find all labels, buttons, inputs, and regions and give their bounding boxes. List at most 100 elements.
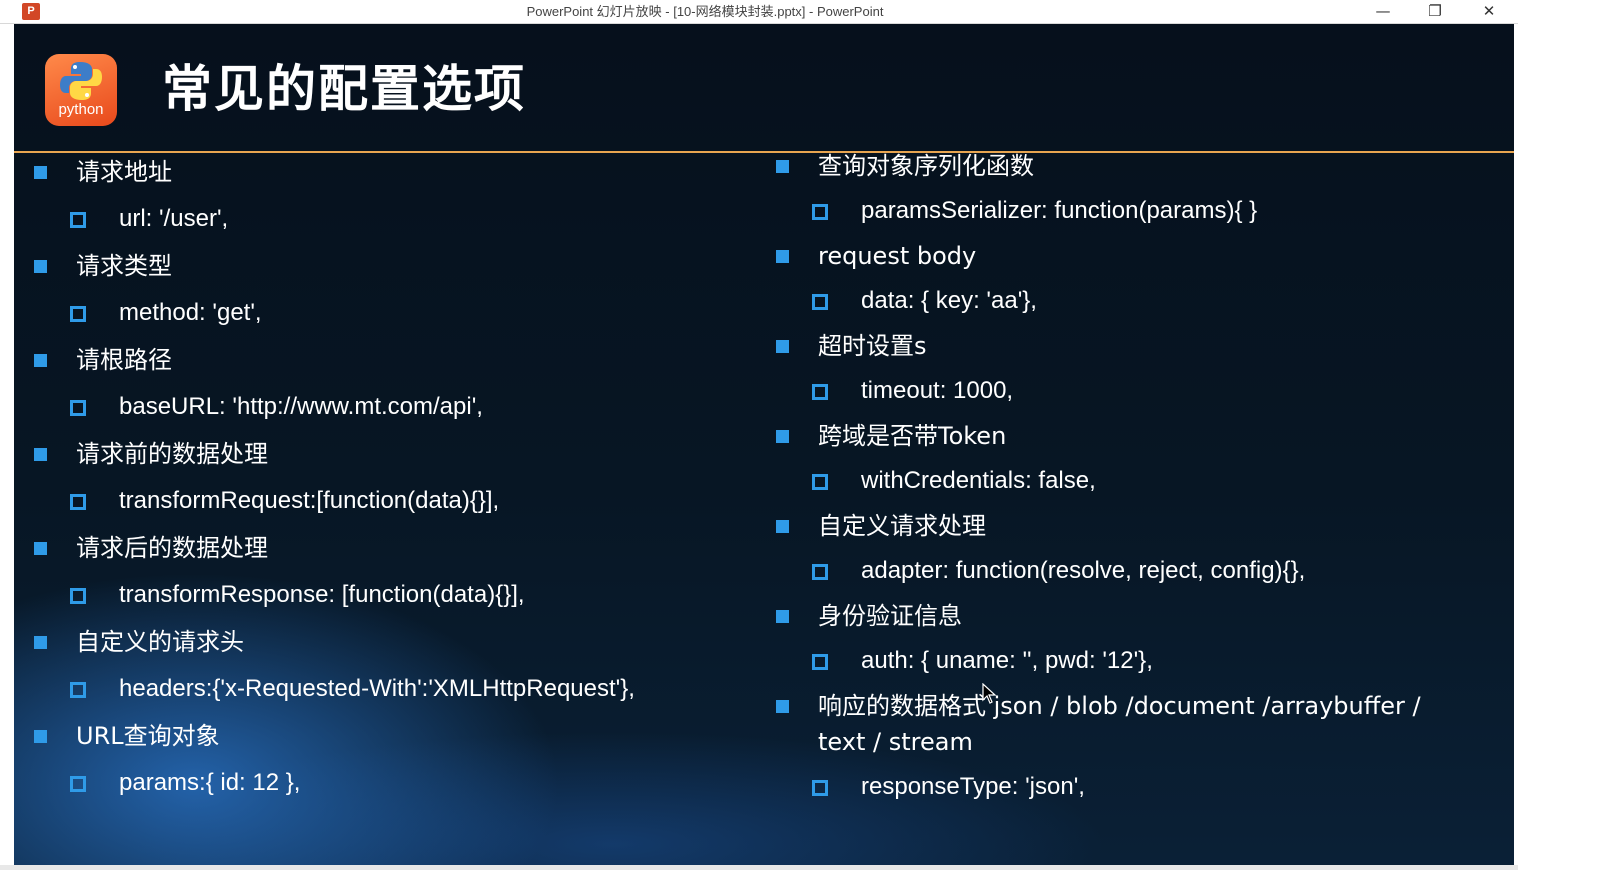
square-bullet-icon xyxy=(776,430,789,443)
bullet-heading: 超时设置s xyxy=(772,328,1472,364)
right-bullet-column: 查询对象序列化函数 paramsSerializer: function(para… xyxy=(772,148,1472,814)
bullet-value: transformResponse: [function(data){}], xyxy=(30,577,730,613)
square-bullet-icon xyxy=(34,166,47,179)
hollow-square-bullet-icon xyxy=(70,212,86,228)
bullet-value-text: adapter: function(resolve, reject, confi… xyxy=(861,557,1306,584)
config-option-item: 请求前的数据处理 transformRequest:[function(data)… xyxy=(30,436,730,519)
config-option-item: 请求后的数据处理 transformResponse: [function(dat… xyxy=(30,530,730,613)
square-bullet-icon xyxy=(776,700,789,713)
config-option-item: request body data: { key: 'aa'}, xyxy=(772,238,1472,319)
bullet-value: timeout: 1000, xyxy=(772,373,1472,409)
bullet-value-text: transformRequest:[function(data){}], xyxy=(119,487,500,514)
config-option-item: 响应的数据格式 json / blob /document /arraybuff… xyxy=(772,688,1472,805)
config-option-item: 请根路径 baseURL: 'http://www.mt.com/api', xyxy=(30,342,730,425)
config-option-item: 查询对象序列化函数 paramsSerializer: function(para… xyxy=(772,148,1472,229)
hollow-square-bullet-icon xyxy=(812,564,828,580)
left-bullet-column: 请求地址 url: '/user', 请求类型 method: 'get', 请根路径 b… xyxy=(30,154,730,812)
bullet-value: transformRequest:[function(data){}], xyxy=(30,483,730,519)
square-bullet-icon xyxy=(776,340,789,353)
bullet-value-text: timeout: 1000, xyxy=(861,377,1014,404)
bullet-value-text: headers:{'x-Requested-With':'XMLHttpRequ… xyxy=(119,675,635,702)
bullet-heading: request body xyxy=(772,238,1472,274)
hollow-square-bullet-icon xyxy=(812,384,828,400)
bullet-value: responseType: 'json', xyxy=(772,769,1472,805)
bullet-value-text: baseURL: 'http://www.mt.com/api', xyxy=(119,393,483,420)
bullet-heading: 自定义请求处理 xyxy=(772,508,1472,544)
bullet-heading-text: request body xyxy=(818,242,977,270)
bullet-heading-text: 请求地址 xyxy=(76,158,172,186)
config-option-item: 请求类型 method: 'get', xyxy=(30,248,730,331)
hollow-square-bullet-icon xyxy=(70,682,86,698)
bullet-heading-text: 请根路径 xyxy=(76,346,172,374)
minimize-button[interactable]: — xyxy=(1360,0,1406,23)
bullet-heading-text: 身份验证信息 xyxy=(818,602,962,630)
bullet-heading-text: 响应的数据格式 json / blob /document /arraybuff… xyxy=(818,692,1421,756)
config-option-item: 自定义的请求头 headers:{'x-Requested-With':'XMLH… xyxy=(30,624,730,707)
hollow-square-bullet-icon xyxy=(812,654,828,670)
bullet-heading: 请根路径 xyxy=(30,342,730,378)
config-option-item: 身份验证信息 auth: { uname: '', pwd: '12'}, xyxy=(772,598,1472,679)
square-bullet-icon xyxy=(34,448,47,461)
square-bullet-icon xyxy=(34,354,47,367)
bullet-value: auth: { uname: '', pwd: '12'}, xyxy=(772,643,1472,679)
bullet-heading-text: 自定义的请求头 xyxy=(76,628,244,656)
bullet-heading: 请求类型 xyxy=(30,248,730,284)
taskbar-edge xyxy=(0,865,1518,870)
square-bullet-icon xyxy=(34,730,47,743)
bullet-value-text: data: { key: 'aa'}, xyxy=(861,287,1037,314)
bullet-heading-text: 超时设置s xyxy=(818,332,927,360)
config-option-item: 超时设置s timeout: 1000, xyxy=(772,328,1472,409)
bullet-heading-text: 跨域是否带Token xyxy=(818,422,1007,450)
window-title: PowerPoint 幻灯片放映 - [10-网络模块封装.pptx] - Po… xyxy=(526,4,884,19)
python-snakes-icon xyxy=(60,62,102,100)
bullet-heading-text: 请求类型 xyxy=(76,252,172,280)
bullet-heading-text: 请求后的数据处理 xyxy=(76,534,268,562)
bullet-heading: 请求前的数据处理 xyxy=(30,436,730,472)
bullet-value: url: '/user', xyxy=(30,201,730,237)
bullet-value: withCredentials: false, xyxy=(772,463,1472,499)
bullet-heading-text: 自定义请求处理 xyxy=(818,512,986,540)
bullet-value-text: transformResponse: [function(data){}], xyxy=(119,581,525,608)
hollow-square-bullet-icon xyxy=(70,588,86,604)
bullet-value-text: paramsSerializer: function(params){ } xyxy=(861,197,1258,224)
bullet-heading-text: URL查询对象 xyxy=(76,722,220,750)
square-bullet-icon xyxy=(776,160,789,173)
hollow-square-bullet-icon xyxy=(70,306,86,322)
bullet-value-text: withCredentials: false, xyxy=(861,467,1096,494)
bullet-heading: 跨域是否带Token xyxy=(772,418,1472,454)
hollow-square-bullet-icon xyxy=(812,204,828,220)
bullet-heading-text: 查询对象序列化函数 xyxy=(818,152,1034,180)
bullet-value-text: params:{ id: 12 }, xyxy=(119,769,301,796)
bullet-value: paramsSerializer: function(params){ } xyxy=(772,193,1472,229)
logo-label: python xyxy=(58,101,104,118)
bullet-value: data: { key: 'aa'}, xyxy=(772,283,1472,319)
square-bullet-icon xyxy=(34,636,47,649)
bullet-value-text: method: 'get', xyxy=(119,299,262,326)
bullet-heading: 响应的数据格式 json / blob /document /arraybuff… xyxy=(772,688,1438,760)
bullet-value-text: auth: { uname: '', pwd: '12'}, xyxy=(861,647,1153,674)
python-logo-icon: python xyxy=(45,54,117,126)
hollow-square-bullet-icon xyxy=(812,780,828,796)
hollow-square-bullet-icon xyxy=(70,776,86,792)
bullet-value: params:{ id: 12 }, xyxy=(30,765,730,801)
bullet-value: headers:{'x-Requested-With':'XMLHttpRequ… xyxy=(30,671,730,707)
restore-button[interactable]: ❐ xyxy=(1412,0,1458,23)
bullet-value: baseURL: 'http://www.mt.com/api', xyxy=(30,389,730,425)
bullet-value-text: url: '/user', xyxy=(119,205,229,232)
bullet-value: method: 'get', xyxy=(30,295,730,331)
hollow-square-bullet-icon xyxy=(70,400,86,416)
desktop-margin xyxy=(1518,0,1599,870)
bullet-heading-text: 请求前的数据处理 xyxy=(76,440,268,468)
close-button[interactable]: ✕ xyxy=(1466,0,1512,23)
bullet-heading: 查询对象序列化函数 xyxy=(772,148,1472,184)
square-bullet-icon xyxy=(776,610,789,623)
bullet-value-text: responseType: 'json', xyxy=(861,773,1085,800)
square-bullet-icon xyxy=(34,260,47,273)
hollow-square-bullet-icon xyxy=(70,494,86,510)
bullet-heading: 自定义的请求头 xyxy=(30,624,730,660)
square-bullet-icon xyxy=(34,542,47,555)
hollow-square-bullet-icon xyxy=(812,294,828,310)
window-titlebar: P PowerPoint 幻灯片放映 - [10-网络模块封装.pptx] - … xyxy=(0,0,1518,24)
bullet-value: adapter: function(resolve, reject, confi… xyxy=(772,553,1472,589)
config-option-item: URL查询对象 params:{ id: 12 }, xyxy=(30,718,730,801)
